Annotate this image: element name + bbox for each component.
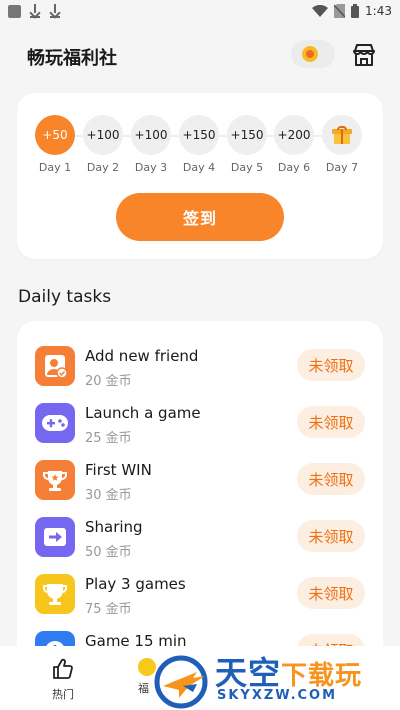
day-6[interactable]: +200 Day 6 [272, 115, 316, 174]
day-reward: +50 [35, 115, 75, 155]
day-reward [322, 115, 362, 155]
wifi-icon [312, 5, 329, 17]
coin-balance-button[interactable] [291, 40, 335, 68]
task-title: First WIN [85, 461, 152, 479]
trophy-icon [35, 460, 75, 500]
task-add-friend: Add new friend 20 金币 未领取 [17, 340, 383, 397]
task-play-3-games: Play 3 games 75 金币 未领取 [17, 568, 383, 625]
task-reward: 20 金币 [85, 374, 132, 389]
day-label: Day 7 [325, 161, 359, 174]
task-title: Launch a game [85, 404, 201, 422]
day-label: Day 6 [277, 161, 311, 174]
download-icon [49, 4, 61, 18]
thumbs-up-icon [53, 658, 73, 679]
task-reward: 50 金币 [85, 545, 132, 560]
day-label: Day 1 [38, 161, 72, 174]
watermark-text-en: SKYXZW.COM [217, 688, 338, 703]
status-bar: 1:43 [0, 0, 400, 24]
task-title: Sharing [85, 518, 143, 536]
day-label: Day 3 [134, 161, 168, 174]
status-right: 1:43 [312, 4, 392, 18]
day-2[interactable]: +100 Day 2 [81, 115, 125, 174]
checkin-card: +50 Day 1 +100 Day 2 +100 Day 3 +150 Day… [17, 93, 383, 259]
day-reward: +100 [131, 115, 171, 155]
app-notification-icon [8, 4, 21, 18]
day-reward: +100 [83, 115, 123, 155]
day-7[interactable]: Day 7 [320, 115, 364, 174]
gift-icon [332, 126, 352, 144]
claim-button[interactable]: 未领取 [297, 349, 365, 381]
day-4[interactable]: +150 Day 4 [177, 115, 221, 174]
task-reward: 25 金币 [85, 431, 132, 446]
task-title: Play 3 games [85, 575, 186, 593]
download-icon [29, 4, 41, 18]
add-friend-icon [35, 346, 75, 386]
task-title: Add new friend [85, 347, 199, 365]
watermark-logo-icon [154, 655, 208, 709]
nav-hot-label: 热门 [52, 688, 74, 701]
task-reward: 30 金币 [85, 488, 132, 503]
day-label: Day 2 [86, 161, 120, 174]
task-sharing: Sharing 50 金币 未领取 [17, 511, 383, 568]
task-reward: 75 金币 [85, 602, 132, 617]
coin-icon [302, 46, 318, 62]
day-label: Day 5 [230, 161, 264, 174]
claim-button[interactable]: 未领取 [297, 463, 365, 495]
day-reward: +150 [179, 115, 219, 155]
claim-button[interactable]: 未领取 [297, 577, 365, 609]
store-icon[interactable] [351, 42, 377, 68]
task-first-win: First WIN 30 金币 未领取 [17, 454, 383, 511]
gamepad-icon [35, 403, 75, 443]
no-sim-icon [334, 4, 346, 18]
status-time: 1:43 [365, 4, 392, 18]
status-left [8, 4, 61, 18]
header: 畅玩福利社 [0, 24, 400, 84]
page-title: 畅玩福利社 [27, 48, 117, 69]
day-3[interactable]: +100 Day 3 [129, 115, 173, 174]
day-label: Day 4 [182, 161, 216, 174]
nav-hot[interactable]: 热门 [40, 658, 86, 702]
watermark: 天空下载玩 SKYXZW.COM [153, 648, 398, 709]
section-title: Daily tasks [18, 287, 112, 307]
signin-button[interactable]: 签到 [116, 193, 284, 241]
checkin-days: +50 Day 1 +100 Day 2 +100 Day 3 +150 Day… [31, 115, 371, 179]
watermark-cn-blue: 天空 [215, 654, 282, 692]
battery-icon [351, 4, 360, 18]
share-icon [35, 517, 75, 557]
claim-button[interactable]: 未领取 [297, 520, 365, 552]
day-5[interactable]: +150 Day 5 [225, 115, 269, 174]
task-launch-game: Launch a game 25 金币 未领取 [17, 397, 383, 454]
day-reward: +150 [227, 115, 267, 155]
watermark-cn-orange: 下载玩 [281, 661, 363, 691]
day-1[interactable]: +50 Day 1 [33, 115, 77, 174]
day-reward: +200 [274, 115, 314, 155]
claim-button[interactable]: 未领取 [297, 406, 365, 438]
cup-icon [35, 574, 75, 614]
